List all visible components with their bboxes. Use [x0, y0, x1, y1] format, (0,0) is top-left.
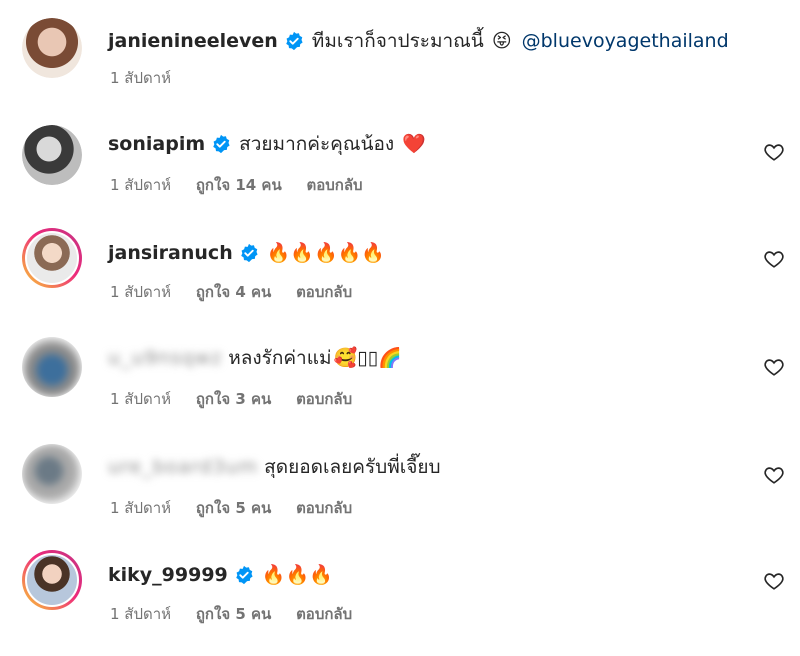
avatar[interactable] — [22, 444, 82, 504]
comment-item: jansiranuch 🔥🔥🔥🔥🔥 1 สัปดาห์ ถูกใจ 4 คน ต… — [0, 214, 800, 314]
comment-item: soniapim สวยมากค่ะคุณน้อง ❤️ 1 สัปดาห์ ถ… — [0, 107, 800, 207]
reply-button[interactable]: ตอบกลับ — [307, 176, 363, 194]
comment-item: ure_board3um สุดยอดเลยครับพี่เจี๊ยบ 1 สั… — [0, 428, 800, 528]
comment-username[interactable]: ure_board3um — [108, 454, 258, 480]
comment-username[interactable]: janienineeleven — [108, 28, 278, 54]
comment-emoji: 🥰▯▯🌈 — [333, 347, 402, 369]
comment-likes[interactable]: ถูกใจ 3 คน — [196, 390, 271, 408]
heart-outline-icon[interactable] — [763, 464, 785, 486]
avatar-story-ring[interactable] — [22, 228, 82, 288]
comment-emoji: 😝 — [491, 30, 512, 52]
comment-likes[interactable]: ถูกใจ 14 คน — [196, 176, 282, 194]
verified-badge-icon — [236, 565, 253, 585]
comment-likes[interactable]: ถูกใจ 5 คน — [196, 499, 271, 517]
reply-button[interactable]: ตอบกลับ — [296, 605, 352, 623]
comment-item: kiky_99999 🔥🔥🔥 1 สัปดาห์ ถูกใจ 5 คน ตอบก… — [0, 538, 800, 638]
comment-item: janienineeleven ทีมเราก็จาประมาณนี้ 😝 @b… — [0, 0, 800, 100]
comment-time[interactable]: 1 สัปดาห์ — [110, 390, 171, 408]
comment-text: สุดยอดเลยครับพี่เจี๊ยบ — [264, 456, 441, 478]
comment-likes[interactable]: ถูกใจ 5 คน — [196, 605, 271, 623]
avatar[interactable] — [22, 337, 82, 397]
heart-outline-icon[interactable] — [763, 570, 785, 592]
avatar[interactable] — [22, 125, 82, 185]
verified-badge-icon — [240, 243, 258, 263]
comment-emoji: ❤️ — [402, 133, 426, 155]
comment-item: u_u9nsqwz หลงรักค่าแม่ 🥰▯▯🌈 1 สัปดาห์ ถู… — [0, 321, 800, 421]
comment-time[interactable]: 1 สัปดาห์ — [110, 283, 171, 301]
comment-likes[interactable]: ถูกใจ 4 คน — [196, 283, 271, 301]
heart-outline-icon[interactable] — [763, 356, 785, 378]
comment-time[interactable]: 1 สัปดาห์ — [110, 176, 171, 194]
comment-text: ทีมเราก็จาประมาณนี้ — [311, 30, 484, 52]
avatar[interactable] — [22, 18, 82, 78]
heart-outline-icon[interactable] — [763, 141, 785, 163]
reply-button[interactable]: ตอบกลับ — [296, 499, 352, 517]
reply-button[interactable]: ตอบกลับ — [296, 283, 352, 301]
comment-time[interactable]: 1 สัปดาห์ — [110, 605, 171, 623]
reply-button[interactable]: ตอบกลับ — [296, 390, 352, 408]
heart-outline-icon[interactable] — [763, 248, 785, 270]
mention-link[interactable]: @bluevoyagethailand — [522, 28, 729, 54]
comment-text: สวยมากค่ะคุณน้อง — [239, 133, 395, 155]
comment-emoji: 🔥🔥🔥 — [261, 564, 333, 586]
avatar-story-ring[interactable] — [22, 550, 82, 610]
comment-username[interactable]: kiky_99999 — [108, 562, 228, 588]
comment-time[interactable]: 1 สัปดาห์ — [110, 69, 171, 87]
comment-time[interactable]: 1 สัปดาห์ — [110, 499, 171, 517]
comment-username[interactable]: jansiranuch — [108, 240, 233, 266]
comment-username[interactable]: soniapim — [108, 131, 205, 157]
comment-text: หลงรักค่าแม่ — [228, 347, 332, 369]
comment-emoji: 🔥🔥🔥🔥🔥 — [266, 242, 386, 264]
comment-username[interactable]: u_u9nsqwz — [108, 345, 222, 371]
verified-badge-icon — [286, 31, 303, 51]
verified-badge-icon — [213, 134, 230, 154]
